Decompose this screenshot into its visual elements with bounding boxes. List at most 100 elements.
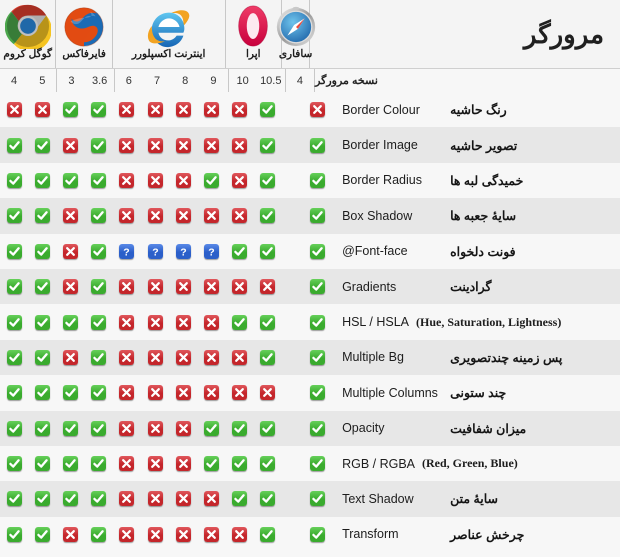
version-firefox-3: 3 — [68, 74, 75, 87]
support-cell-firefox-3 — [56, 304, 84, 339]
status-partial-unknown-icon: ? — [147, 243, 163, 259]
svg-text:?: ? — [180, 246, 186, 258]
support-cell-chrome-5 — [28, 92, 56, 127]
support-cell-firefox-3 — [56, 269, 84, 304]
support-cell-chrome-4 — [0, 340, 28, 375]
status-supported-icon — [91, 243, 107, 259]
status-supported-icon — [91, 385, 107, 401]
feature-label-en: Border Image — [332, 127, 450, 162]
status-supported-icon — [6, 420, 22, 436]
status-supported-icon — [6, 526, 22, 542]
status-not-supported-icon — [147, 456, 163, 472]
feature-name: Border Image — [342, 138, 418, 153]
version-chrome-5: 5 — [39, 74, 46, 87]
support-cell-chrome-4 — [0, 198, 28, 233]
support-cell-ie-8 — [169, 517, 197, 552]
support-cell-opera-10 — [226, 234, 254, 269]
support-cell-opera-10.5 — [254, 234, 282, 269]
svg-text:?: ? — [208, 246, 214, 258]
feature-label-en: Border Radius — [332, 163, 450, 198]
status-not-supported-icon — [203, 526, 219, 542]
status-supported-icon — [310, 208, 326, 224]
version-row-label: نسخه مرورگر — [315, 75, 378, 87]
status-supported-icon — [260, 314, 276, 330]
support-cell-opera-10 — [226, 340, 254, 375]
status-not-supported-icon — [175, 349, 191, 365]
status-partial-unknown-icon: ? — [175, 243, 191, 259]
browser-name-opera: اپرا — [245, 48, 261, 60]
status-not-supported-icon — [147, 208, 163, 224]
support-cell-ie-9 — [197, 411, 225, 446]
status-not-supported-icon — [34, 102, 50, 118]
status-not-supported-icon — [232, 137, 248, 153]
support-cell-safari-4 — [304, 127, 332, 162]
status-supported-icon — [34, 172, 50, 188]
status-supported-icon — [91, 102, 107, 118]
status-not-supported-icon — [119, 208, 135, 224]
status-not-supported-icon — [203, 491, 219, 507]
status-not-supported-icon — [147, 385, 163, 401]
version-firefox-3.6: 3.6 — [92, 74, 108, 87]
support-cell-ie-9 — [197, 340, 225, 375]
status-supported-icon — [260, 172, 276, 188]
browser-header-chrome: گوگل کروم — [0, 0, 57, 68]
status-not-supported-icon — [147, 526, 163, 542]
status-supported-icon — [34, 314, 50, 330]
status-not-supported-icon — [119, 526, 135, 542]
support-cell-ie-6 — [113, 411, 141, 446]
feature-label-en: Multiple Bg — [332, 340, 450, 375]
support-cell-ie-7 — [141, 304, 169, 339]
support-cell-ie-7 — [141, 92, 169, 127]
support-cell-firefox-3.6 — [85, 269, 113, 304]
status-supported-icon — [6, 172, 22, 188]
status-not-supported-icon — [62, 279, 78, 295]
support-cell-firefox-3.6 — [85, 446, 113, 481]
support-cell-ie-6 — [113, 163, 141, 198]
support-cell-opera-10.5 — [254, 92, 282, 127]
status-supported-icon — [260, 349, 276, 365]
browser-brand-strip: گوگل کروم فایرفاکس اینترنت اکسپلورر اپرا — [0, 0, 620, 68]
feature-label-en: Opacity — [332, 411, 450, 446]
status-supported-icon — [91, 172, 107, 188]
status-supported-icon — [232, 491, 248, 507]
support-cell-safari-4 — [304, 446, 332, 481]
status-supported-icon — [6, 385, 22, 401]
table-row: Multiple Columns چند ستونی — [0, 375, 620, 411]
status-supported-icon — [91, 137, 107, 153]
status-partial-unknown-icon: ? — [203, 243, 219, 259]
support-cell-ie-9: ? — [197, 234, 225, 269]
version-group-chrome: 45 — [0, 69, 58, 92]
support-cell-firefox-3 — [56, 481, 84, 516]
status-not-supported-icon — [175, 526, 191, 542]
feature-label-fa — [450, 446, 620, 481]
support-cell-firefox-3.6 — [85, 163, 113, 198]
version-opera-10: 10 — [236, 74, 249, 87]
support-cell-firefox-3.6 — [85, 92, 113, 127]
support-cell-opera-10.5 — [254, 127, 282, 162]
status-supported-icon — [91, 526, 107, 542]
support-cell-chrome-5 — [28, 446, 56, 481]
status-supported-icon — [260, 456, 276, 472]
support-cell-firefox-3.6 — [85, 375, 113, 410]
status-not-supported-icon — [119, 279, 135, 295]
support-cell-firefox-3.6 — [85, 411, 113, 446]
support-cell-ie-7 — [141, 517, 169, 552]
feature-label-fa: چرخش عناصر — [450, 527, 525, 542]
status-supported-icon — [310, 137, 326, 153]
support-cell-ie-6 — [113, 198, 141, 233]
support-cell-chrome-5 — [28, 127, 56, 162]
browser-header-safari: سافاری — [276, 0, 315, 68]
status-supported-icon — [260, 243, 276, 259]
status-not-supported-icon — [147, 102, 163, 118]
support-cell-opera-10.5 — [254, 163, 282, 198]
status-not-supported-icon — [147, 279, 163, 295]
browser-support-table: mpourali mpourali.com گوگل کروم فایرفاکس… — [0, 0, 620, 557]
support-cell-ie-6 — [113, 517, 141, 552]
table-row: Transform چرخش عناصر — [0, 516, 620, 553]
